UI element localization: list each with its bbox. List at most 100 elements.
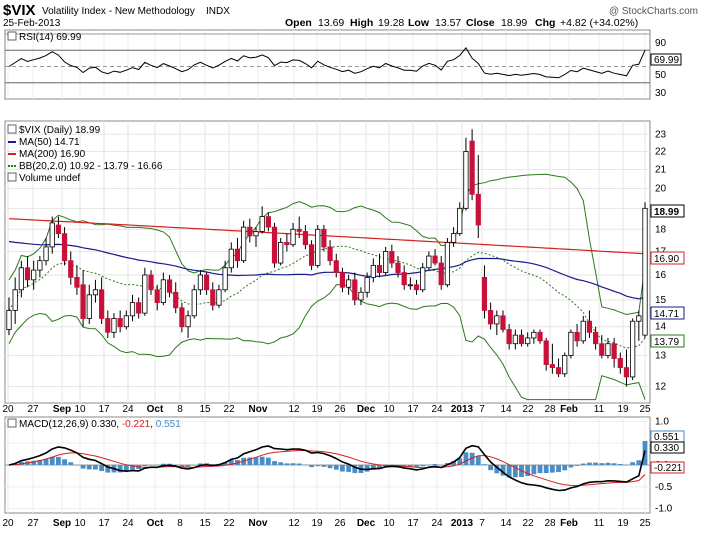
- x-label-26: 25: [639, 404, 651, 415]
- price-tick-13: 13: [655, 350, 667, 361]
- candle-body-12: [80, 284, 86, 319]
- x-label-18: 2013: [451, 404, 474, 415]
- candle-body-23: [148, 274, 154, 291]
- candle-body-88: [549, 364, 555, 368]
- chg-label: Chg: [535, 17, 555, 29]
- candle-body-84: [525, 337, 531, 345]
- candle-body-46: [290, 228, 296, 246]
- macd-collapse-icon[interactable]: [7, 418, 17, 428]
- macd-hist-bar-42: [265, 457, 271, 465]
- chart-date: 25-Feb-2013: [3, 18, 61, 29]
- x-label-21: 22: [522, 404, 534, 415]
- candle-body-60: [376, 264, 383, 273]
- candle-body-31: [197, 274, 204, 291]
- macd-hist-bar-27: [173, 464, 179, 466]
- price-tick-15: 15: [655, 295, 667, 306]
- candle-body-45: [284, 242, 290, 246]
- candle-body-69: [432, 255, 438, 264]
- candle-body-35: [222, 267, 228, 291]
- x-label-b-8: 15: [199, 518, 211, 529]
- candle-body-72: [450, 233, 457, 243]
- x-label-0: 20: [2, 404, 14, 415]
- open-label: Open: [285, 17, 312, 29]
- x-label-12: 19: [311, 404, 323, 415]
- candle-body-29: [185, 315, 191, 328]
- legend-main: $VIX (Daily) 18.99: [19, 125, 101, 136]
- macd-legend: MACD(12,26,9) 0.330, -0.221, 0.551: [19, 419, 181, 430]
- x-label-4: 17: [98, 404, 110, 415]
- candle-body-49: [308, 244, 315, 266]
- price-tick-18: 18: [655, 224, 667, 235]
- macd-hist-bar-51: [321, 465, 327, 467]
- price-tick-23: 23: [655, 129, 667, 140]
- candle-body-96: [599, 343, 605, 356]
- macd-hist-bar-92: [574, 465, 580, 466]
- candle-body-7: [49, 222, 55, 248]
- close-label: Close: [466, 17, 495, 29]
- chart-svg: $VIX Volatility Index - New Methodology …: [2, 2, 698, 529]
- macd-hist-bar-48: [302, 464, 308, 466]
- macd-hist-bar-74: [463, 452, 469, 465]
- macd-hist-bar-102: [636, 460, 642, 465]
- candle-body-3: [24, 267, 31, 281]
- price-tick-22: 22: [655, 146, 667, 157]
- candle-body-27: [173, 291, 179, 309]
- x-label-13: 26: [334, 404, 346, 415]
- candle-body-58: [364, 276, 370, 293]
- x-label-b-1: 27: [27, 518, 39, 529]
- price-tick-12: 12: [655, 381, 667, 392]
- macd-hist-bar-40: [253, 457, 259, 465]
- price-collapse-icon[interactable]: [7, 124, 17, 134]
- ma200-badge-value: 16.90: [654, 254, 679, 265]
- macd-hist-bar-95: [593, 462, 599, 465]
- rsi-collapse-icon[interactable]: [7, 31, 17, 41]
- x-label-22: 28: [544, 404, 556, 415]
- candle-body-70: [438, 262, 444, 286]
- candle-body-39: [247, 226, 253, 237]
- x-label-b-18: 2013: [451, 518, 474, 529]
- candle-body-17: [111, 318, 117, 333]
- x-axis-bottom: 20 27 Sep 10 17 24 Oct 8 15 22 Nov 12 19 26 Dec 10 17 24 2…: [2, 518, 651, 529]
- macd-hist-bar-100: [624, 464, 629, 466]
- x-label-b-17: 24: [431, 518, 443, 529]
- macd-hist-bar-68: [426, 464, 432, 466]
- x-label-b-6: Oct: [147, 518, 164, 529]
- price-tick-21: 21: [655, 165, 667, 176]
- x-label-6: Oct: [147, 404, 164, 415]
- candle-body-78: [488, 310, 494, 325]
- macd-hist-bar-12: [80, 465, 86, 469]
- candle-body-103: [642, 207, 648, 336]
- x-label-b-12: 19: [311, 518, 323, 529]
- x-label-24: 11: [594, 404, 605, 415]
- candle-body-81: [506, 329, 512, 345]
- candle-body-87: [543, 340, 549, 365]
- x-label-5: 24: [122, 404, 134, 415]
- macd-hist-bar-98: [611, 463, 617, 465]
- macd-hist-bar-22: [142, 465, 148, 467]
- macd-badges: 0.551 0.330 -0.221: [650, 430, 685, 474]
- legend-bb: BB(20,2.0) 10.92 - 13.79 - 16.66: [19, 161, 163, 172]
- macd-tick-4: -1.0: [655, 504, 673, 515]
- macd-hist-bar-11: [74, 464, 80, 466]
- macd-legend-v2: -0.221: [122, 419, 151, 430]
- candle-body-6: [43, 246, 49, 262]
- x-label-b-11: 12: [288, 518, 300, 529]
- macd-hist-bar-69: [432, 464, 438, 465]
- macd-hist-bar-52: [327, 465, 333, 469]
- x-label-b-25: 19: [617, 518, 629, 529]
- candle-body-54: [339, 272, 346, 288]
- macd-hist-bar-23: [148, 464, 154, 466]
- legend-volume: Volume undef: [19, 173, 80, 184]
- macd-signal-badge-value: -0.221: [654, 463, 683, 474]
- candle-body-10: [68, 260, 74, 278]
- candle-body-89: [555, 367, 562, 375]
- x-label-b-24: 11: [594, 518, 605, 529]
- candle-body-74: [463, 151, 469, 209]
- close-value: 18.99: [501, 17, 527, 29]
- macd-hist-bar-58: [364, 465, 370, 472]
- candle-body-62: [389, 251, 395, 264]
- rsi-tick-50: 50: [655, 70, 667, 81]
- x-label-b-19: 7: [479, 518, 485, 529]
- candle-body-24: [154, 289, 160, 303]
- candle-body-57: [358, 291, 364, 301]
